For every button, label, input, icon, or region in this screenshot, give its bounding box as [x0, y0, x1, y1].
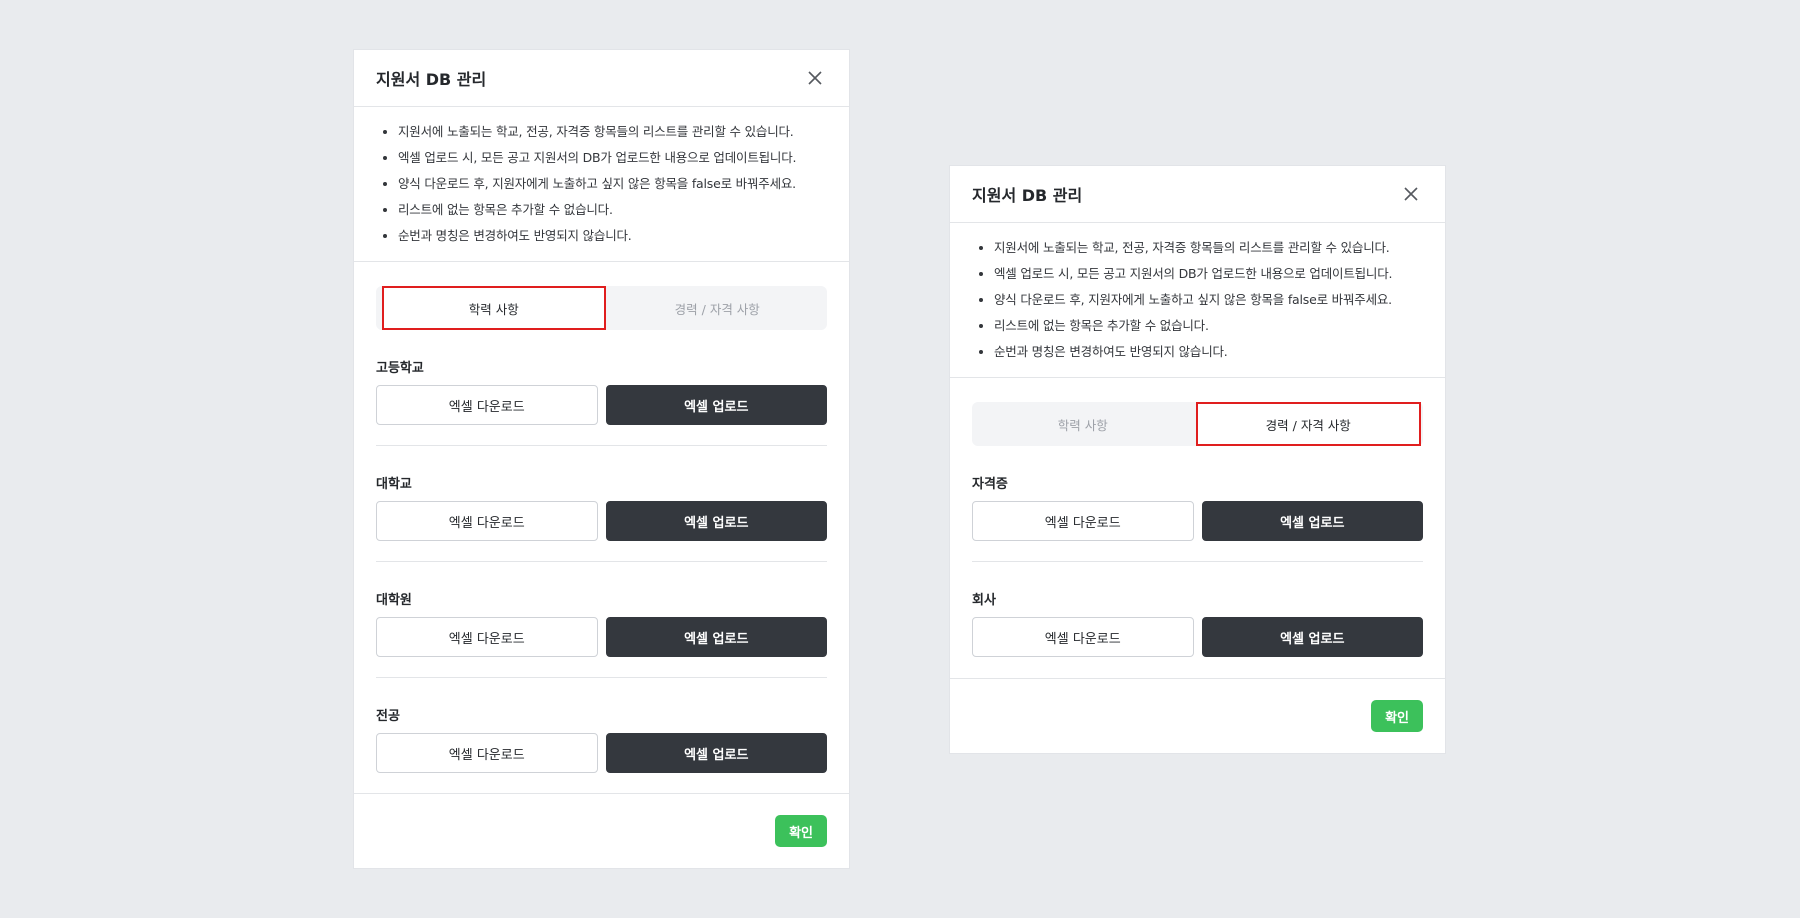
modal-title: 지원서 DB 관리 — [972, 186, 1083, 205]
excel-download-button[interactable]: 엑셀 다운로드 — [972, 501, 1194, 541]
close-icon[interactable] — [1399, 182, 1423, 206]
tab-education[interactable]: 학력 사항 — [972, 402, 1194, 446]
section-high-school: 고등학교 엑셀 다운로드 엑셀 업로드 — [376, 330, 827, 446]
db-manage-modal-education: 지원서 DB 관리 지원서에 노출되는 학교, 전공, 자격증 항목들의 리스트… — [354, 50, 849, 868]
confirm-button[interactable]: 확인 — [1371, 700, 1423, 732]
tab-career-certification[interactable]: 경력 / 자격 사항 — [1195, 402, 1421, 446]
excel-upload-button[interactable]: 엑셀 업로드 — [1201, 617, 1423, 657]
section-label: 전공 — [376, 709, 400, 724]
section-certification: 자격증 엑셀 다운로드 엑셀 업로드 — [972, 446, 1423, 562]
notice-item: 순번과 명칭은 변경하여도 반영되지 않습니다. — [398, 227, 827, 245]
modal-title: 지원서 DB 관리 — [376, 70, 487, 89]
notice-item: 지원서에 노출되는 학교, 전공, 자격증 항목들의 리스트를 관리할 수 있습… — [398, 123, 827, 141]
excel-download-button[interactable]: 엑셀 다운로드 — [376, 617, 598, 657]
notice-list: 지원서에 노출되는 학교, 전공, 자격증 항목들의 리스트를 관리할 수 있습… — [354, 107, 849, 262]
confirm-button[interactable]: 확인 — [775, 815, 827, 847]
modal-body: 학력 사항 경력 / 자격 사항 자격증 엑셀 다운로드 엑셀 업로드 회사 엑… — [950, 378, 1445, 657]
tab-education[interactable]: 학력 사항 — [382, 286, 606, 330]
tab-bar: 학력 사항 경력 / 자격 사항 — [376, 286, 827, 330]
modal-footer: 확인 — [950, 678, 1445, 753]
section-label: 고등학교 — [376, 361, 424, 376]
excel-download-button[interactable]: 엑셀 다운로드 — [376, 385, 598, 425]
excel-download-button[interactable]: 엑셀 다운로드 — [972, 617, 1194, 657]
excel-download-button[interactable]: 엑셀 다운로드 — [376, 501, 598, 541]
modal-header: 지원서 DB 관리 — [950, 166, 1445, 223]
notice-item: 리스트에 없는 항목은 추가할 수 없습니다. — [398, 201, 827, 219]
excel-download-button[interactable]: 엑셀 다운로드 — [376, 733, 598, 773]
notice-item: 엑셀 업로드 시, 모든 공고 지원서의 DB가 업로드한 내용으로 업데이트됩… — [994, 265, 1423, 283]
section-company: 회사 엑셀 다운로드 엑셀 업로드 — [972, 562, 1423, 657]
excel-upload-button[interactable]: 엑셀 업로드 — [605, 385, 827, 425]
excel-upload-button[interactable]: 엑셀 업로드 — [605, 617, 827, 657]
notice-item: 순번과 명칭은 변경하여도 반영되지 않습니다. — [994, 343, 1423, 361]
notice-item: 지원서에 노출되는 학교, 전공, 자격증 항목들의 리스트를 관리할 수 있습… — [994, 239, 1423, 257]
notice-item: 양식 다운로드 후, 지원자에게 노출하고 싶지 않은 항목을 false로 바… — [398, 175, 827, 193]
section-major: 전공 엑셀 다운로드 엑셀 업로드 — [376, 678, 827, 773]
notice-item: 리스트에 없는 항목은 추가할 수 없습니다. — [994, 317, 1423, 335]
tab-bar: 학력 사항 경력 / 자격 사항 — [972, 402, 1423, 446]
excel-upload-button[interactable]: 엑셀 업로드 — [1201, 501, 1423, 541]
db-manage-modal-career: 지원서 DB 관리 지원서에 노출되는 학교, 전공, 자격증 항목들의 리스트… — [950, 166, 1445, 753]
section-label: 대학교 — [376, 477, 412, 492]
excel-upload-button[interactable]: 엑셀 업로드 — [605, 501, 827, 541]
notice-list: 지원서에 노출되는 학교, 전공, 자격증 항목들의 리스트를 관리할 수 있습… — [950, 223, 1445, 378]
modal-footer: 확인 — [354, 793, 849, 868]
modal-body: 학력 사항 경력 / 자격 사항 고등학교 엑셀 다운로드 엑셀 업로드 대학교… — [354, 262, 849, 773]
section-graduate-school: 대학원 엑셀 다운로드 엑셀 업로드 — [376, 562, 827, 678]
section-label: 회사 — [972, 593, 996, 608]
section-label: 자격증 — [972, 477, 1008, 492]
tab-career-certification[interactable]: 경력 / 자격 사항 — [608, 286, 828, 330]
close-icon[interactable] — [803, 66, 827, 90]
excel-upload-button[interactable]: 엑셀 업로드 — [605, 733, 827, 773]
notice-item: 엑셀 업로드 시, 모든 공고 지원서의 DB가 업로드한 내용으로 업데이트됩… — [398, 149, 827, 167]
modal-header: 지원서 DB 관리 — [354, 50, 849, 107]
section-university: 대학교 엑셀 다운로드 엑셀 업로드 — [376, 446, 827, 562]
section-label: 대학원 — [376, 593, 412, 608]
notice-item: 양식 다운로드 후, 지원자에게 노출하고 싶지 않은 항목을 false로 바… — [994, 291, 1423, 309]
